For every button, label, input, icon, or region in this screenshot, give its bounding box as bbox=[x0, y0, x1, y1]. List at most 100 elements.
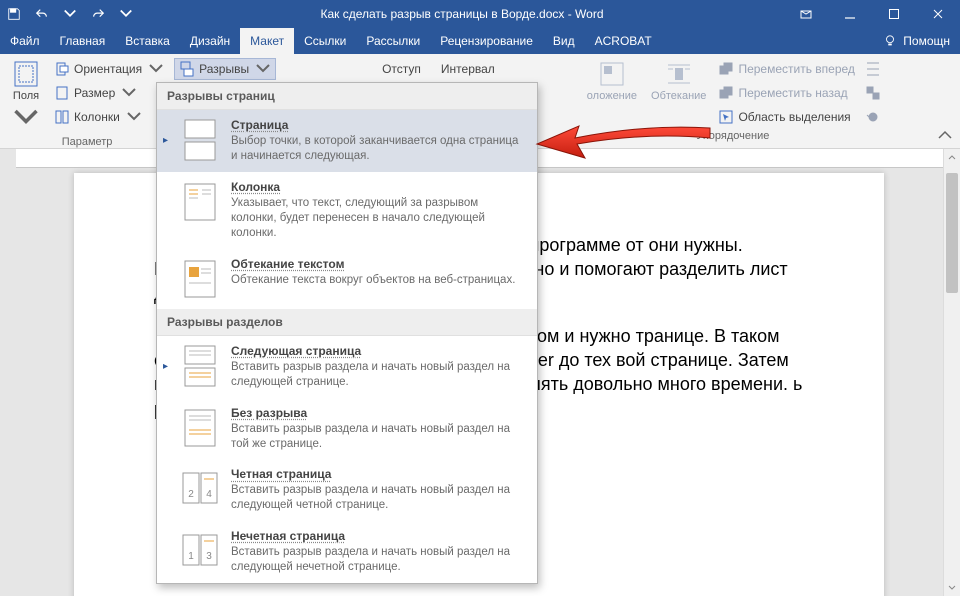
break-option-title: Без разрыва bbox=[231, 406, 525, 420]
columns-icon bbox=[54, 109, 70, 125]
break-option-page[interactable]: ▸ Страница Выбор точки, в которой заканч… bbox=[157, 110, 537, 172]
ribbon-tabs: Файл Главная Вставка Дизайн Макет Ссылки… bbox=[0, 28, 960, 54]
chevron-down-icon bbox=[148, 61, 164, 77]
break-option-desc: Выбор точки, в которой заканчивается одн… bbox=[231, 134, 525, 164]
position-button[interactable]: оложение bbox=[581, 58, 643, 128]
chevron-down-icon bbox=[121, 85, 137, 101]
break-option-odd-page[interactable]: 13 Нечетная страница Вставить разрыв раз… bbox=[157, 521, 537, 583]
collapse-ribbon-button[interactable] bbox=[936, 126, 954, 144]
orientation-icon bbox=[54, 61, 70, 77]
close-button[interactable] bbox=[916, 0, 960, 28]
rotate-button[interactable] bbox=[861, 106, 885, 128]
tab-insert[interactable]: Вставка bbox=[115, 28, 180, 54]
breaks-section-section-breaks: Разрывы разделов bbox=[157, 309, 537, 336]
tab-mailings[interactable]: Рассылки bbox=[356, 28, 430, 54]
selection-pane-icon bbox=[718, 109, 734, 125]
margins-icon bbox=[12, 60, 40, 88]
spacing-label: Интервал bbox=[437, 58, 499, 80]
break-option-desc: Вставить разрыв раздела и начать новый р… bbox=[231, 483, 525, 513]
submenu-marker-icon: ▸ bbox=[163, 361, 171, 372]
break-option-title: Четная страница bbox=[231, 467, 525, 481]
break-option-desc: Обтекание текста вокруг объектов на веб-… bbox=[231, 273, 525, 288]
submenu-marker-icon: ▸ bbox=[163, 135, 171, 146]
tell-me-label: Помощн bbox=[903, 34, 950, 48]
break-option-title: Обтекание текстом bbox=[231, 257, 525, 271]
tab-layout[interactable]: Макет bbox=[240, 28, 294, 54]
tab-acrobat[interactable]: ACROBAT bbox=[585, 28, 662, 54]
selection-pane-button[interactable]: Область выделения bbox=[714, 106, 858, 128]
scroll-up-icon[interactable] bbox=[944, 149, 960, 165]
break-option-column[interactable]: Колонка Указывает, что текст, следующий … bbox=[157, 172, 537, 249]
save-icon[interactable] bbox=[0, 0, 28, 28]
redo-icon[interactable] bbox=[84, 0, 112, 28]
odd-page-break-icon: 13 bbox=[181, 529, 219, 573]
even-page-break-icon: 24 bbox=[181, 467, 219, 511]
break-option-title: Нечетная страница bbox=[231, 529, 525, 543]
tab-design[interactable]: Дизайн bbox=[180, 28, 240, 54]
break-option-continuous[interactable]: Без разрыва Вставить разрыв раздела и на… bbox=[157, 398, 537, 460]
undo-icon[interactable] bbox=[28, 0, 56, 28]
tell-me[interactable]: Помощн bbox=[873, 28, 960, 54]
orientation-button[interactable]: Ориентация bbox=[50, 58, 168, 80]
size-button[interactable]: Размер bbox=[50, 82, 168, 104]
arrange-group-label: Упорядочение bbox=[581, 128, 885, 144]
group-icon bbox=[865, 85, 881, 101]
breaks-button[interactable]: Разрывы bbox=[174, 58, 276, 80]
title-bar: Как сделать разрыв страницы в Ворде.docx… bbox=[0, 0, 960, 28]
undo-dropdown-icon[interactable] bbox=[56, 0, 84, 28]
column-break-icon bbox=[181, 180, 219, 224]
scroll-down-icon[interactable] bbox=[944, 580, 960, 596]
break-option-next-page[interactable]: ▸ Следующая страница Вставить разрыв раз… bbox=[157, 336, 537, 398]
wrap-icon bbox=[665, 60, 693, 88]
minimize-button[interactable] bbox=[828, 0, 872, 28]
columns-button[interactable]: Колонки bbox=[50, 106, 168, 128]
tab-home[interactable]: Главная bbox=[50, 28, 116, 54]
tab-references[interactable]: Ссылки bbox=[294, 28, 356, 54]
breaks-dropdown-menu: Разрывы страниц ▸ Страница Выбор точки, … bbox=[156, 82, 538, 584]
svg-text:3: 3 bbox=[206, 551, 212, 562]
size-icon bbox=[54, 85, 70, 101]
breaks-icon bbox=[179, 61, 195, 77]
chevron-down-icon bbox=[126, 109, 142, 125]
tab-view[interactable]: Вид bbox=[543, 28, 585, 54]
page-setup-group-label: Параметр bbox=[6, 134, 168, 150]
break-option-text-wrapping[interactable]: Обтекание текстом Обтекание текста вокру… bbox=[157, 249, 537, 309]
lightbulb-icon bbox=[883, 34, 897, 48]
tab-review[interactable]: Рецензирование bbox=[430, 28, 543, 54]
group-button[interactable] bbox=[861, 82, 885, 104]
send-backward-icon bbox=[718, 85, 734, 101]
bring-forward-button[interactable]: Переместить вперед bbox=[714, 58, 858, 80]
align-icon bbox=[865, 61, 881, 77]
maximize-button[interactable] bbox=[872, 0, 916, 28]
bring-forward-icon bbox=[718, 61, 734, 77]
wrap-text-button[interactable]: Обтекание bbox=[645, 58, 712, 128]
text-wrap-break-icon bbox=[181, 257, 219, 301]
margins-button[interactable]: Поля bbox=[6, 58, 46, 134]
window-title: Как сделать разрыв страницы в Ворде.docx… bbox=[140, 7, 784, 21]
chevron-down-icon bbox=[255, 61, 271, 77]
svg-text:1: 1 bbox=[188, 551, 194, 562]
break-option-desc: Вставить разрыв раздела и начать новый р… bbox=[231, 360, 525, 390]
align-button[interactable] bbox=[861, 58, 885, 80]
tab-file[interactable]: Файл bbox=[0, 28, 50, 54]
break-option-desc: Вставить разрыв раздела и начать новый р… bbox=[231, 545, 525, 575]
svg-text:4: 4 bbox=[206, 489, 212, 500]
break-option-desc: Указывает, что текст, следующий за разры… bbox=[231, 196, 525, 241]
chevron-up-icon bbox=[936, 126, 954, 144]
break-option-desc: Вставить разрыв раздела и начать новый р… bbox=[231, 422, 525, 452]
next-page-break-icon bbox=[181, 344, 219, 388]
break-option-even-page[interactable]: 24 Четная страница Вставить разрыв разде… bbox=[157, 459, 537, 521]
vertical-scrollbar[interactable] bbox=[943, 149, 960, 596]
position-icon bbox=[598, 60, 626, 88]
chevron-down-icon bbox=[12, 104, 40, 132]
rotate-icon bbox=[865, 109, 881, 125]
svg-text:2: 2 bbox=[188, 489, 194, 500]
send-backward-button[interactable]: Переместить назад bbox=[714, 82, 858, 104]
breaks-section-page-breaks: Разрывы страниц bbox=[157, 83, 537, 110]
scroll-thumb[interactable] bbox=[946, 173, 958, 293]
break-option-title: Страница bbox=[231, 118, 525, 132]
qat-customize-icon[interactable] bbox=[112, 0, 140, 28]
break-option-title: Следующая страница bbox=[231, 344, 525, 358]
ribbon-options-icon[interactable] bbox=[784, 0, 828, 28]
page-break-icon bbox=[181, 118, 219, 162]
